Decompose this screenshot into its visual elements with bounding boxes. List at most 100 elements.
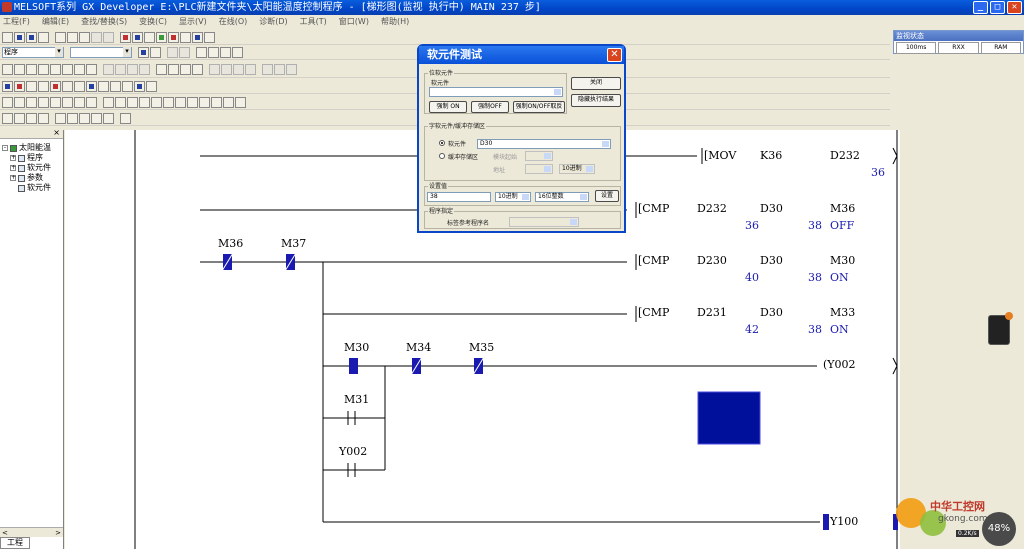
fall-parallel-icon[interactable]: [139, 63, 150, 75]
mef-icon[interactable]: [221, 63, 232, 75]
clear-icon[interactable]: [50, 80, 61, 92]
undo-icon[interactable]: [91, 31, 102, 43]
expand-icon[interactable]: +: [10, 155, 16, 161]
tree-item-program[interactable]: + 程序: [2, 153, 63, 163]
line-draw-icon[interactable]: [180, 63, 191, 75]
misc-2-icon[interactable]: [14, 112, 25, 124]
alias-icon[interactable]: [232, 46, 243, 58]
edit-17-icon[interactable]: [199, 96, 210, 108]
write-plc-icon[interactable]: [132, 31, 143, 43]
tree-item-project-root[interactable]: - 太阳能温: [2, 143, 63, 153]
ladder-extra-1-icon[interactable]: [262, 63, 273, 75]
redo-icon[interactable]: [103, 31, 114, 43]
monitor-write-icon[interactable]: [86, 80, 97, 92]
parallel-no-icon[interactable]: [26, 63, 37, 75]
edit-7-icon[interactable]: [74, 96, 85, 108]
monitor-stop-icon[interactable]: [74, 80, 85, 92]
parameter-icon[interactable]: [138, 46, 149, 58]
edit-8-icon[interactable]: [86, 96, 97, 108]
force-on-button[interactable]: 强制 ON: [429, 101, 467, 113]
statement-icon[interactable]: [208, 46, 219, 58]
instruction-icon[interactable]: [62, 63, 73, 75]
monitor-start-icon[interactable]: [62, 80, 73, 92]
edit-5-icon[interactable]: [50, 96, 61, 108]
edit-12-icon[interactable]: [139, 96, 150, 108]
edit-19-icon[interactable]: [223, 96, 234, 108]
force-off-button[interactable]: 强制OFF: [471, 101, 509, 113]
bit-device-combo[interactable]: [429, 87, 563, 97]
edit-6-icon[interactable]: [62, 96, 73, 108]
step-icon[interactable]: [146, 80, 157, 92]
expand-icon[interactable]: +: [10, 175, 16, 181]
vline-icon[interactable]: [86, 63, 97, 75]
menu-project[interactable]: 工程(F): [3, 15, 30, 29]
read-plc-icon[interactable]: [120, 31, 131, 43]
program-type-select[interactable]: 程序: [2, 46, 64, 58]
print-icon[interactable]: [38, 31, 49, 43]
rise-parallel-icon[interactable]: [127, 63, 138, 75]
verify-icon[interactable]: [144, 31, 155, 43]
diag-icon[interactable]: [110, 80, 121, 92]
misc-7-icon[interactable]: [79, 112, 90, 124]
menu-window[interactable]: 窗口(W): [339, 15, 369, 29]
misc-9-icon[interactable]: [103, 112, 114, 124]
save-icon[interactable]: [26, 31, 37, 43]
device-test-icon[interactable]: [180, 31, 191, 43]
misc-8-icon[interactable]: [91, 112, 102, 124]
dialog-close-button[interactable]: ✕: [607, 48, 622, 62]
copy-icon[interactable]: [67, 31, 78, 43]
set-value-input[interactable]: 38: [427, 192, 491, 202]
phone-icon[interactable]: [988, 312, 1013, 345]
remote-icon[interactable]: [38, 80, 49, 92]
edit-2-icon[interactable]: [14, 96, 25, 108]
misc-3-icon[interactable]: [26, 112, 37, 124]
rise-icon[interactable]: [103, 63, 114, 75]
edit-4-icon[interactable]: [38, 96, 49, 108]
inv-icon[interactable]: [233, 63, 244, 75]
invert-icon[interactable]: [156, 63, 167, 75]
fall-icon[interactable]: [115, 63, 126, 75]
edit-3-icon[interactable]: [26, 96, 37, 108]
edit-18-icon[interactable]: [211, 96, 222, 108]
menu-convert[interactable]: 变换(C): [139, 15, 167, 29]
scroll-right-icon[interactable]: >: [55, 529, 61, 537]
collapse-icon[interactable]: -: [2, 145, 8, 151]
menu-tools[interactable]: 工具(T): [300, 15, 327, 29]
scroll-left-icon[interactable]: <: [2, 529, 8, 537]
plf-icon[interactable]: [245, 63, 256, 75]
program-name-select[interactable]: [70, 46, 132, 58]
edit-9-icon[interactable]: [103, 96, 114, 108]
sfc-icon[interactable]: [167, 46, 178, 58]
online-verify-icon[interactable]: [26, 80, 37, 92]
line-delete-icon[interactable]: [192, 63, 203, 75]
ladder-extra-2-icon[interactable]: [274, 63, 285, 75]
edit-11-icon[interactable]: [127, 96, 138, 108]
misc-6-icon[interactable]: [67, 112, 78, 124]
project-close-icon[interactable]: ×: [53, 128, 60, 137]
pulse-icon[interactable]: [168, 63, 179, 75]
open-icon[interactable]: [14, 31, 25, 43]
edit-16-icon[interactable]: [187, 96, 198, 108]
batch-icon[interactable]: [192, 31, 203, 43]
toggle-button[interactable]: 强制ON/OFF取反: [513, 101, 565, 113]
project-hscrollbar[interactable]: < >: [0, 527, 63, 537]
hide-result-button[interactable]: 隐藏执行结果: [571, 94, 621, 107]
edit-20-icon[interactable]: [235, 96, 246, 108]
misc-10-icon[interactable]: [120, 112, 131, 124]
value-format-combo[interactable]: 10进制: [495, 192, 531, 202]
set-button[interactable]: 设置: [595, 190, 619, 202]
contact-no-icon[interactable]: [2, 63, 13, 75]
word-device-combo[interactable]: D30: [477, 139, 611, 149]
radio-buffer[interactable]: [439, 153, 445, 159]
list-icon[interactable]: [179, 46, 190, 58]
switch-icon[interactable]: [150, 46, 161, 58]
paste-icon[interactable]: [79, 31, 90, 43]
dialog-close-text-button[interactable]: 关闭: [571, 77, 621, 90]
cut-icon[interactable]: [55, 31, 66, 43]
coil-icon[interactable]: [50, 63, 61, 75]
tree-item-device-memory[interactable]: 软元件: [2, 183, 63, 193]
mep-icon[interactable]: [209, 63, 220, 75]
online-write-icon[interactable]: [14, 80, 25, 92]
expand-icon[interactable]: +: [10, 165, 16, 171]
hline-icon[interactable]: [74, 63, 85, 75]
